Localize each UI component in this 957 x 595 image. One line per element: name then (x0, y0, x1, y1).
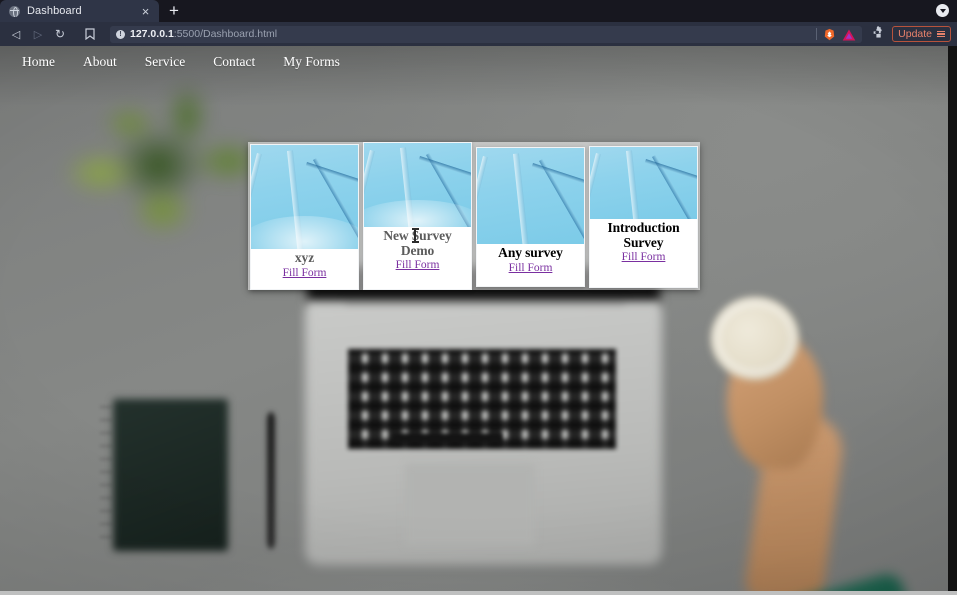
reload-button[interactable]: ↻ (50, 24, 70, 44)
notebook (113, 399, 228, 551)
divider (816, 28, 818, 40)
forward-button[interactable]: ▷ (28, 24, 48, 44)
pen (267, 412, 275, 549)
browser-toolbar: ◁ ▷ ↻ ! 127.0.0.1:5500/Dashboard.html Up… (0, 22, 957, 46)
fill-form-link[interactable]: Fill Form (622, 251, 666, 263)
back-button[interactable]: ◁ (6, 24, 26, 44)
page-bottom-edge (0, 591, 957, 595)
nav-item-about[interactable]: About (69, 46, 131, 78)
notebook-spiral (100, 406, 112, 544)
survey-card[interactable]: Any survey Fill Form (476, 147, 585, 287)
card-body: Introduction Survey Fill Form (590, 219, 697, 287)
triangle-extension-icon[interactable] (842, 28, 856, 41)
new-tab-button[interactable]: + (159, 2, 189, 19)
site-navbar: Home About Service Contact My Forms (0, 46, 948, 78)
extensions-puzzle-icon[interactable] (872, 26, 885, 42)
window-controls (936, 4, 949, 17)
fill-form-link[interactable]: Fill Form (283, 267, 327, 279)
card-title: xyz (294, 250, 315, 265)
tab-strip: Dashboard × + (0, 0, 957, 22)
survey-card[interactable]: New Survey Demo Fill Form (363, 142, 472, 290)
card-title: Any survey (498, 245, 563, 260)
brave-lion-icon[interactable] (823, 28, 836, 41)
close-icon[interactable]: × (139, 5, 152, 18)
bookmark-icon[interactable] (80, 24, 100, 44)
coffee-cup-rim (715, 301, 795, 375)
laptop-trackpad (405, 464, 535, 546)
nav-item-my-forms[interactable]: My Forms (269, 46, 354, 78)
survey-card-deck: xyz Fill Form New Survey Demo Fill Form (248, 142, 700, 290)
nav-item-home[interactable]: Home (8, 46, 69, 78)
plant-decoration (60, 74, 265, 264)
card-body: xyz Fill Form (251, 249, 358, 289)
fill-form-link[interactable]: Fill Form (396, 259, 440, 271)
page-viewport: Home About Service Contact My Forms xyz … (0, 46, 957, 595)
card-body: New Survey Demo Fill Form (364, 227, 471, 289)
address-bar[interactable]: ! 127.0.0.1:5500/Dashboard.html (110, 25, 863, 43)
card-title: Introduction Survey (607, 220, 680, 250)
browser-window: Dashboard × + ◁ ▷ ↻ ! 127.0.0.1:5500/Das… (0, 0, 957, 595)
card-body: Any survey Fill Form (477, 244, 584, 286)
minimize-icon[interactable] (936, 4, 949, 17)
text-cursor-caret (412, 228, 418, 243)
hamburger-menu-icon[interactable] (937, 30, 945, 38)
survey-card[interactable]: xyz Fill Form (250, 144, 359, 290)
card-image (590, 147, 697, 219)
tab-title: Dashboard (27, 5, 82, 17)
url-path: :5500/Dashboard.html (173, 28, 278, 40)
update-button[interactable]: Update (892, 26, 951, 42)
info-circle-icon[interactable]: ! (116, 29, 125, 39)
page-right-edge (948, 46, 957, 595)
globe-icon (9, 5, 20, 17)
card-image (477, 148, 584, 244)
card-image (251, 145, 358, 249)
url-host: 127.0.0.1 (130, 28, 174, 40)
survey-card[interactable]: Introduction Survey Fill Form (589, 146, 698, 288)
toolbar-right-actions: Update (868, 26, 951, 42)
background-photo (0, 46, 948, 595)
url-text: 127.0.0.1:5500/Dashboard.html (130, 28, 277, 40)
update-label: Update (898, 27, 932, 40)
card-image (364, 143, 471, 227)
card-title: New Survey Demo (383, 228, 452, 258)
browser-tab-dashboard[interactable]: Dashboard × (0, 0, 159, 22)
fill-form-link[interactable]: Fill Form (509, 262, 553, 274)
address-bar-actions (816, 28, 862, 41)
nav-item-service[interactable]: Service (131, 46, 199, 78)
nav-item-contact[interactable]: Contact (199, 46, 269, 78)
laptop-spacebar (392, 433, 502, 444)
